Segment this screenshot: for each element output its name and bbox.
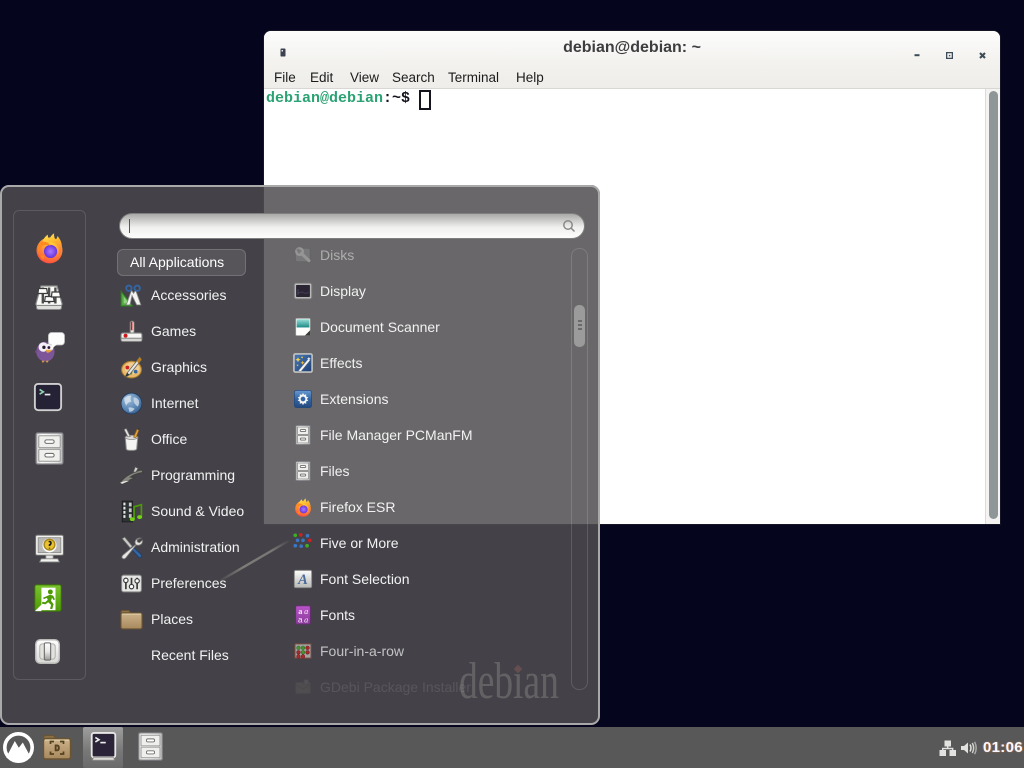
svg-text:a: a xyxy=(298,615,303,624)
svg-text:a: a xyxy=(304,615,308,624)
svg-text:A: A xyxy=(297,572,308,588)
